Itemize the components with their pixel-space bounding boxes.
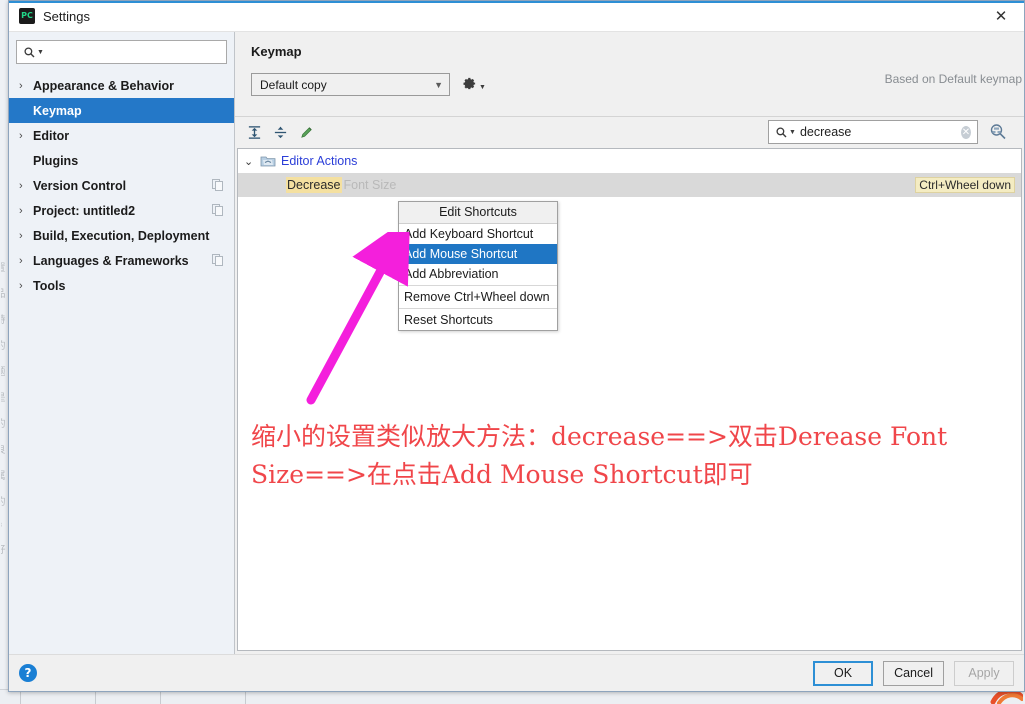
- menu-item-add-mouse-shortcut[interactable]: Add Mouse Shortcut: [399, 244, 557, 264]
- sidebar-item-label: Plugins: [33, 153, 79, 168]
- keymap-settings-button[interactable]: ▼: [462, 76, 486, 94]
- keymap-select[interactable]: Default copy ▼: [251, 73, 450, 96]
- table-row[interactable]: Decrease Font Size Ctrl+Wheel down: [238, 173, 1021, 197]
- dialog-body: ▼ ›Appearance & Behavior›Keymap›Editor›P…: [9, 32, 1024, 657]
- shortcut-search-box[interactable]: ▼ ✕: [768, 120, 978, 144]
- sidebar-item-label: Editor: [33, 128, 70, 143]
- settings-dialog: PC Settings ✕ ▼ › Appearance & Behavior …: [8, 0, 1025, 692]
- search-icon: [776, 126, 787, 138]
- shortcut-tree[interactable]: ⌄ Editor Actions Decrease Font Size Ctrl…: [237, 148, 1022, 651]
- apply-button[interactable]: Apply: [954, 660, 1014, 686]
- sidebar-item-label: Languages & Frameworks: [33, 253, 189, 268]
- dialog-footer: ? OK Cancel Apply: [9, 654, 1024, 691]
- clear-search-icon[interactable]: ✕: [960, 125, 971, 139]
- context-menu-items: Add Keyboard Shortcut Add Mouse Shortcut A…: [399, 224, 557, 330]
- sidebar-item-list: ›Appearance & Behavior›Keymap›Editor›Plu…: [9, 70, 234, 298]
- menu-item-remove-ctrl-wheel-down[interactable]: Remove Ctrl+Wheel down: [399, 287, 557, 307]
- titlebar-accent: [9, 1, 1024, 3]
- copy-settings-icon[interactable]: [212, 204, 224, 216]
- sidebar-item-label: Keymap: [33, 103, 82, 118]
- menu-separator: [399, 308, 557, 309]
- expand-all-icon[interactable]: [241, 119, 267, 145]
- chevron-down-icon[interactable]: ▼: [37, 49, 44, 56]
- sidebar-item-plugins[interactable]: ›Plugins: [9, 148, 234, 173]
- action-name-match: Decrease: [286, 177, 342, 193]
- keymap-select-value: Default copy: [260, 77, 327, 92]
- search-icon: [24, 46, 35, 58]
- menu-item-reset-shortcuts[interactable]: Reset Shortcuts: [399, 310, 557, 330]
- background-tick: [245, 690, 246, 704]
- background-tick: [95, 690, 96, 704]
- sidebar-search-input[interactable]: [47, 45, 226, 59]
- sidebar-item-label: Project: untitled2: [33, 203, 136, 218]
- gear-icon: [462, 76, 477, 94]
- sidebar-item-keymap[interactable]: ›Keymap: [9, 98, 234, 123]
- edit-pencil-icon[interactable]: [293, 119, 319, 145]
- folder-actions-icon: [260, 154, 276, 168]
- sidebar-item-label: Tools: [33, 278, 66, 293]
- menu-item-add-abbreviation[interactable]: Add Abbreviation: [399, 264, 557, 284]
- chevron-right-icon[interactable]: ›: [19, 130, 33, 142]
- settings-sidebar: ▼ ›Appearance & Behavior›Keymap›Editor›P…: [9, 32, 235, 657]
- sidebar-item-label: Version Control: [33, 178, 127, 193]
- chevron-right-icon[interactable]: ›: [19, 230, 33, 242]
- close-icon[interactable]: ✕: [978, 1, 1024, 30]
- cancel-button[interactable]: Cancel: [883, 660, 944, 686]
- chevron-right-icon[interactable]: ›: [19, 280, 33, 292]
- based-on-label: Based on Default keymap: [884, 72, 1022, 86]
- sidebar-item-languages-frameworks[interactable]: › Languages & Frameworks: [9, 248, 234, 273]
- sidebar-item-build-execution-deployment[interactable]: › Build, Execution, Deployment: [9, 223, 234, 248]
- dialog-title: Settings: [43, 8, 90, 24]
- background-tick: [20, 690, 21, 704]
- annotation-text: 缩小的设置类似放大方法：decrease==>双击Derease Font Si…: [251, 418, 971, 494]
- tree-group-editor-actions[interactable]: ⌄ Editor Actions: [238, 149, 1021, 173]
- ok-button[interactable]: OK: [813, 660, 874, 686]
- keymap-header: Keymap Default copy ▼ ▼ Based on Default…: [235, 32, 1024, 116]
- collapse-all-icon[interactable]: [267, 119, 293, 145]
- chevron-down-icon[interactable]: ⌄: [244, 155, 260, 168]
- sidebar-item-project-untitled2[interactable]: › Project: untitled2: [9, 198, 234, 223]
- sidebar-item-label: Build, Execution, Deployment: [33, 228, 210, 243]
- chevron-down-icon: ▼: [434, 79, 443, 90]
- chevron-right-icon[interactable]: ›: [19, 255, 33, 267]
- sidebar-item-label: Appearance & Behavior: [33, 78, 175, 93]
- screen-root: 置品持的题是的良属的n好 PC Settings ✕ ▼ › Appearanc…: [0, 0, 1025, 704]
- tree-group-label: Editor Actions: [281, 154, 358, 168]
- menu-separator: [399, 285, 557, 286]
- shortcut-search-input[interactable]: [799, 125, 961, 139]
- chevron-down-icon[interactable]: ▼: [789, 129, 796, 136]
- chevron-right-icon[interactable]: ›: [19, 205, 33, 217]
- annotation-line-1: 缩小的设置类似放大方法：decrease==>双击Derease Font: [251, 422, 948, 451]
- dialog-titlebar: PC Settings ✕: [9, 1, 1024, 32]
- chevron-down-icon: ▼: [479, 84, 486, 91]
- sidebar-item-editor[interactable]: › Editor: [9, 123, 234, 148]
- sidebar-item-version-control[interactable]: › Version Control: [9, 173, 234, 198]
- chevron-right-icon[interactable]: ›: [19, 80, 33, 92]
- menu-item-add-keyboard-shortcut[interactable]: Add Keyboard Shortcut: [399, 224, 557, 244]
- sidebar-search-box[interactable]: ▼: [16, 40, 227, 64]
- copy-settings-icon[interactable]: [212, 179, 224, 191]
- copy-settings-icon[interactable]: [212, 254, 224, 266]
- context-menu-header: Edit Shortcuts: [399, 202, 557, 224]
- shortcut-value: Ctrl+Wheel down: [915, 177, 1015, 193]
- sidebar-item-tools[interactable]: › Tools: [9, 273, 234, 298]
- action-name-rest: Font Size: [343, 178, 397, 192]
- annotation-line-2: Size==>在点击Add Mouse Shortcut即可: [251, 460, 753, 489]
- sidebar-item-appearance-behavior[interactable]: › Appearance & Behavior: [9, 73, 234, 98]
- page-title: Keymap: [251, 44, 302, 59]
- keymap-pane: Keymap Default copy ▼ ▼ Based on Default…: [235, 32, 1024, 657]
- background-tick: [160, 690, 161, 704]
- help-icon[interactable]: ?: [19, 664, 37, 682]
- edit-shortcuts-context-menu: Edit Shortcuts Add Keyboard Shortcut Add …: [398, 201, 558, 331]
- chevron-right-icon[interactable]: ›: [19, 180, 33, 192]
- filter-shortcut-icon[interactable]: [988, 122, 1008, 142]
- pycharm-icon: PC: [19, 8, 35, 24]
